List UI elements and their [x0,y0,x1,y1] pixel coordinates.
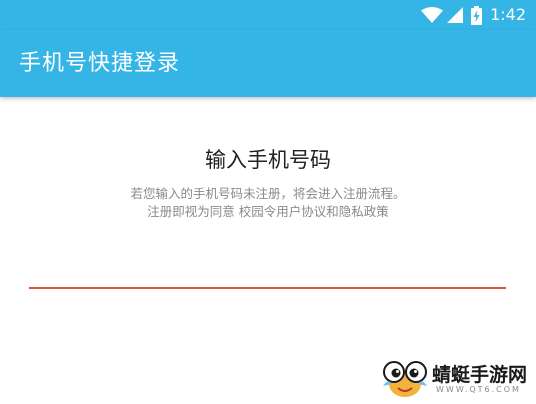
status-bar: 1:42 [0,0,536,30]
page-heading: 输入手机号码 [205,148,331,172]
description-line-1: 若您输入的手机号码未注册，将会进入注册流程。 [130,186,406,201]
description-line-2[interactable]: 注册即视为同意 校园令用户协议和隐私政策 [0,203,536,221]
status-time: 1:42 [490,5,526,24]
dragonfly-logo-icon [383,361,427,397]
watermark-text: 蜻蜓手游网 [432,364,528,386]
wifi-icon [421,7,444,23]
watermark-url: WWW.QT6.COM [436,385,521,394]
status-icons: 1:42 [421,4,526,26]
signal-icon [447,7,464,23]
app-bar-title: 手机号快捷登录 [19,51,181,76]
phone-number-input[interactable] [29,257,506,289]
battery-charging-icon [471,5,483,25]
main-content: 输入手机号码 若您输入的手机号码未注册，将会进入注册流程。 注册即视为同意 校园… [0,97,536,404]
login-screen: 1:42 手机号快捷登录 输入手机号码 若您输入的手机号码未注册，将会进入注册流… [0,0,536,404]
app-bar: 手机号快捷登录 [0,30,536,97]
watermark: 蜻蜓手游网 WWW.QT6.COM [380,354,530,402]
